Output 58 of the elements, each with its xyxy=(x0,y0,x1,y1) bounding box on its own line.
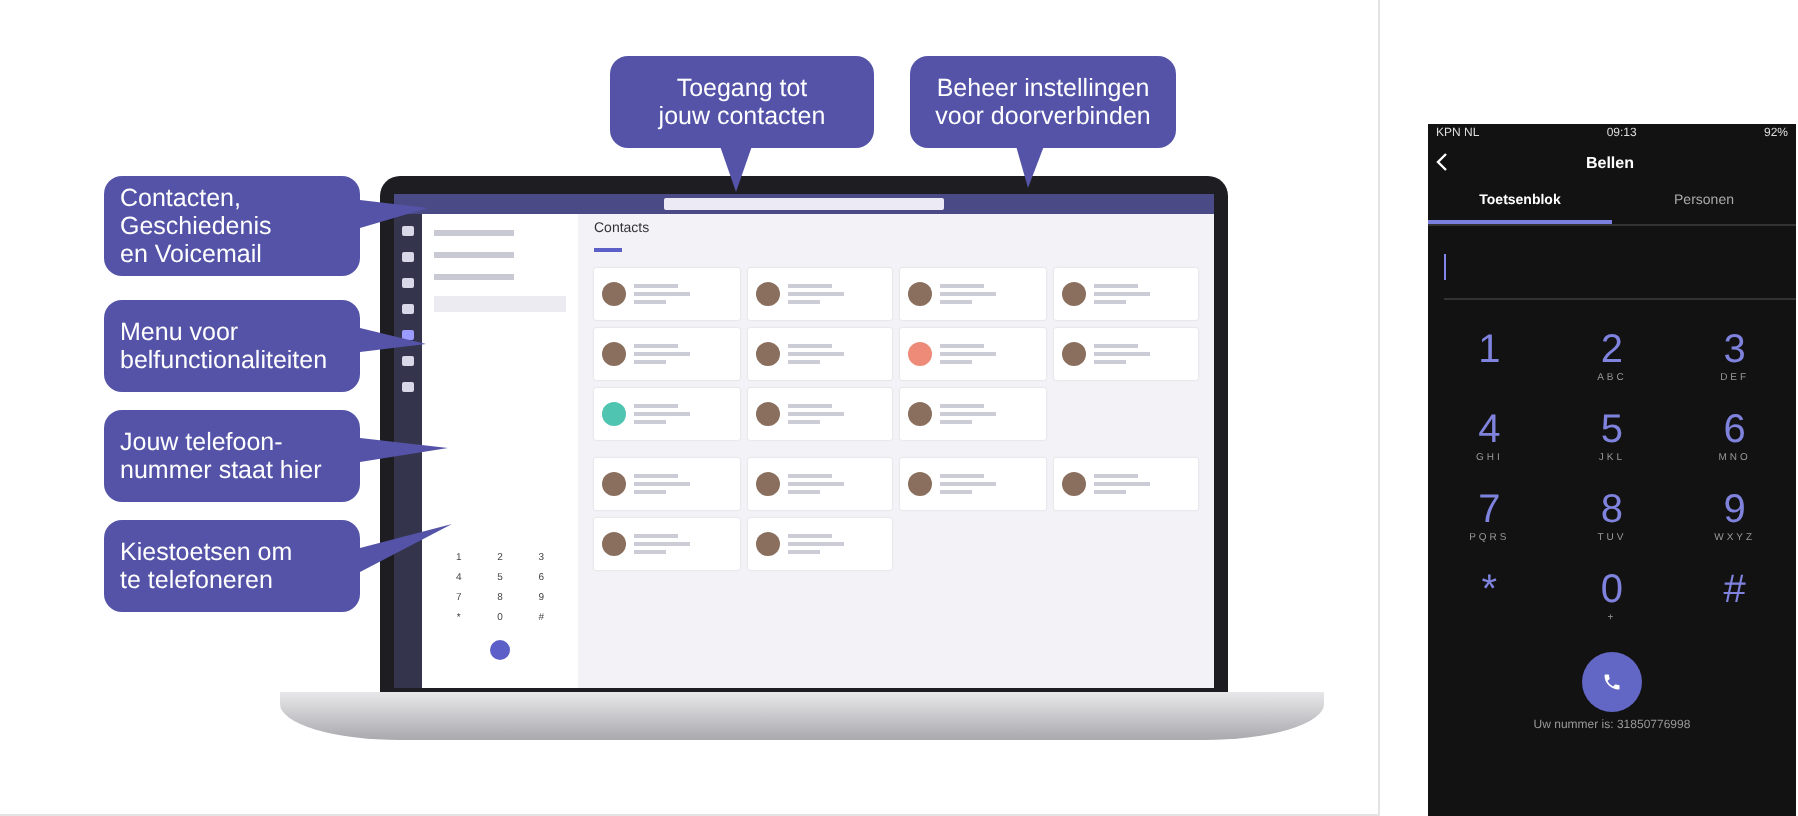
callout-text: Jouw telefoon- nummer staat hier xyxy=(104,410,360,502)
call-button[interactable] xyxy=(1582,652,1642,712)
back-icon[interactable] xyxy=(1436,152,1448,172)
avatar-photo-placeholder xyxy=(602,282,626,306)
callout-pointer xyxy=(360,438,448,462)
avatar-photo-placeholder xyxy=(755,472,779,496)
avatar-photo-placeholder xyxy=(755,342,779,366)
phone-icon xyxy=(1602,672,1622,692)
callout-text: Beheer instellingen voor doorverbinden xyxy=(910,56,1176,148)
contact-card[interactable] xyxy=(594,268,739,320)
avatar-photo-placeholder xyxy=(602,472,626,496)
avatar-photo-placeholder xyxy=(1061,472,1085,496)
contact-card[interactable] xyxy=(1053,268,1198,320)
avatar-photo-placeholder xyxy=(908,402,932,426)
contact-card[interactable] xyxy=(1053,458,1198,510)
search-field[interactable] xyxy=(664,198,944,210)
dial-key[interactable]: * xyxy=(1428,568,1551,644)
rail-icon[interactable] xyxy=(402,356,414,366)
contact-card[interactable] xyxy=(900,458,1045,510)
avatar-photo-placeholder xyxy=(755,402,779,426)
dial-key[interactable]: # xyxy=(1673,568,1796,644)
callout-pointer xyxy=(360,328,426,352)
callout-pointer xyxy=(360,200,428,228)
callout-pointer xyxy=(720,146,752,192)
avatar-photo-placeholder xyxy=(908,282,932,306)
contact-card[interactable] xyxy=(747,268,892,320)
contact-card[interactable] xyxy=(900,328,1045,380)
contact-card[interactable] xyxy=(747,518,892,570)
avatar-photo-placeholder xyxy=(755,282,779,306)
avatar-photo-placeholder xyxy=(755,532,779,556)
screen-title: Bellen xyxy=(1583,153,1636,171)
contact-card[interactable] xyxy=(747,388,892,440)
contact-card[interactable] xyxy=(1053,328,1198,380)
dial-key[interactable]: 1 xyxy=(1428,328,1551,404)
contact-card[interactable] xyxy=(747,458,892,510)
rail-icon[interactable] xyxy=(402,304,414,314)
callout-text: Menu voor belfunctionaliteiten xyxy=(104,300,360,392)
rail-icon[interactable] xyxy=(402,330,414,340)
rail-icon[interactable] xyxy=(402,226,414,236)
callout-pointer xyxy=(360,524,452,572)
contact-card[interactable] xyxy=(747,328,892,380)
call-button[interactable] xyxy=(490,640,510,660)
avatar-photo-placeholder xyxy=(1061,342,1085,366)
rail-icon[interactable] xyxy=(402,382,414,392)
rail-icon[interactable] xyxy=(402,252,414,262)
contact-card[interactable] xyxy=(594,518,739,570)
callout-pointer xyxy=(1016,146,1044,188)
contact-card[interactable] xyxy=(594,458,739,510)
contact-card[interactable] xyxy=(900,388,1045,440)
avatar-photo-placeholder xyxy=(602,532,626,556)
avatar-photo-placeholder xyxy=(602,342,626,366)
avatar-photo-placeholder xyxy=(1061,282,1085,306)
contact-card[interactable] xyxy=(594,328,739,380)
rail-icon[interactable] xyxy=(402,278,414,288)
callout-text: Toegang tot jouw contacten xyxy=(610,56,874,148)
avatar-photo-placeholder xyxy=(908,472,932,496)
callout-text: Contacten, Geschiedenis en Voicemail xyxy=(104,176,360,276)
contact-card[interactable] xyxy=(900,268,1045,320)
